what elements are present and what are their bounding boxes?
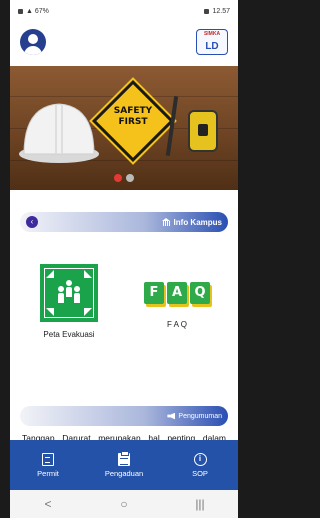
announcement-title: Pengumuman [178,412,222,420]
evacuation-point-icon [40,264,98,322]
faq-icon: F A Q [142,282,212,304]
arrow-icon [84,308,92,316]
home-button[interactable]: ○ [109,497,139,511]
sign-line-2: FIRST [118,117,148,127]
clipboard-icon [118,450,130,466]
megaphone-icon [167,412,176,420]
arrow-icon [46,308,54,316]
clock-text: 12.57 [212,7,230,15]
status-bar: ▲ 67% 12.57 [10,0,238,22]
nav-label: Permit [37,468,59,478]
sign-line-1: SAFETY [113,106,153,116]
info-icon: i [193,452,207,466]
recents-button[interactable]: ||| [185,497,215,511]
carousel-dot[interactable] [126,174,134,182]
person-icon [66,280,72,286]
status-left: ▲ 67% [18,8,49,15]
status-right: 12.57 [204,8,230,15]
system-navigation-bar: < ○ ||| [10,490,238,518]
measuring-tape-image [188,110,218,152]
announcement-header[interactable]: Pengumuman [20,406,228,426]
nav-item-permit[interactable]: Permit [18,452,78,478]
app-logo: SIMKA LD [196,29,228,55]
person-body [66,287,72,297]
signal-icon [204,8,210,14]
info-kampus-header[interactable]: ‹ Info Kampus [20,212,228,232]
nav-item-pengaduan[interactable]: Pengaduan [94,450,154,478]
logo-top-text: SIMKA [203,31,221,37]
bottom-navigation: Permit Pengaduan i SOP [10,440,238,490]
banner-carousel[interactable]: SAFETY FIRST [10,66,238,190]
person-icon [58,286,64,292]
announcement-title-group: Pengumuman [167,412,222,420]
notification-icon [18,8,23,14]
carousel-indicator [10,174,238,182]
logo-main-text: LD [205,41,219,52]
menu-item-label: Peta Evakuasi [43,330,95,339]
faq-letter: F [144,282,164,304]
institution-icon [161,218,171,226]
menu-grid: Peta Evakuasi F A Q F A Q [10,264,238,404]
nav-label: Pengaduan [104,468,144,478]
app-screen: ▲ 67% 12.57 SIMKA LD SAFETY FIRST ‹ Info… [10,0,238,518]
faq-letter: A [167,282,187,304]
permit-icon [42,452,54,466]
person-body [58,293,64,303]
person-icon [74,286,80,292]
faq-letter: Q [190,282,210,304]
info-kampus-title: Info Kampus [173,217,222,227]
nav-item-sop[interactable]: i SOP [170,452,230,478]
info-kampus-title-group: Info Kampus [161,217,222,227]
carousel-dot-active[interactable] [114,174,122,182]
menu-item-peta-evakuasi[interactable]: Peta Evakuasi [34,264,104,339]
arrow-icon [46,270,54,278]
safety-sign-text: SAFETY FIRST [102,106,164,128]
app-bar: SIMKA LD [10,22,238,62]
nav-label: SOP [192,468,208,478]
chevron-left-icon[interactable]: ‹ [26,216,38,228]
profile-avatar-icon[interactable] [20,29,46,55]
menu-item-label: F A Q [166,320,187,329]
arrow-icon [84,270,92,278]
battery-text: ▲ 67% [26,7,49,15]
person-body [74,293,80,303]
hard-hat-image [19,103,99,163]
back-button[interactable]: < [33,497,63,511]
menu-item-faq[interactable]: F A Q F A Q [142,264,212,329]
